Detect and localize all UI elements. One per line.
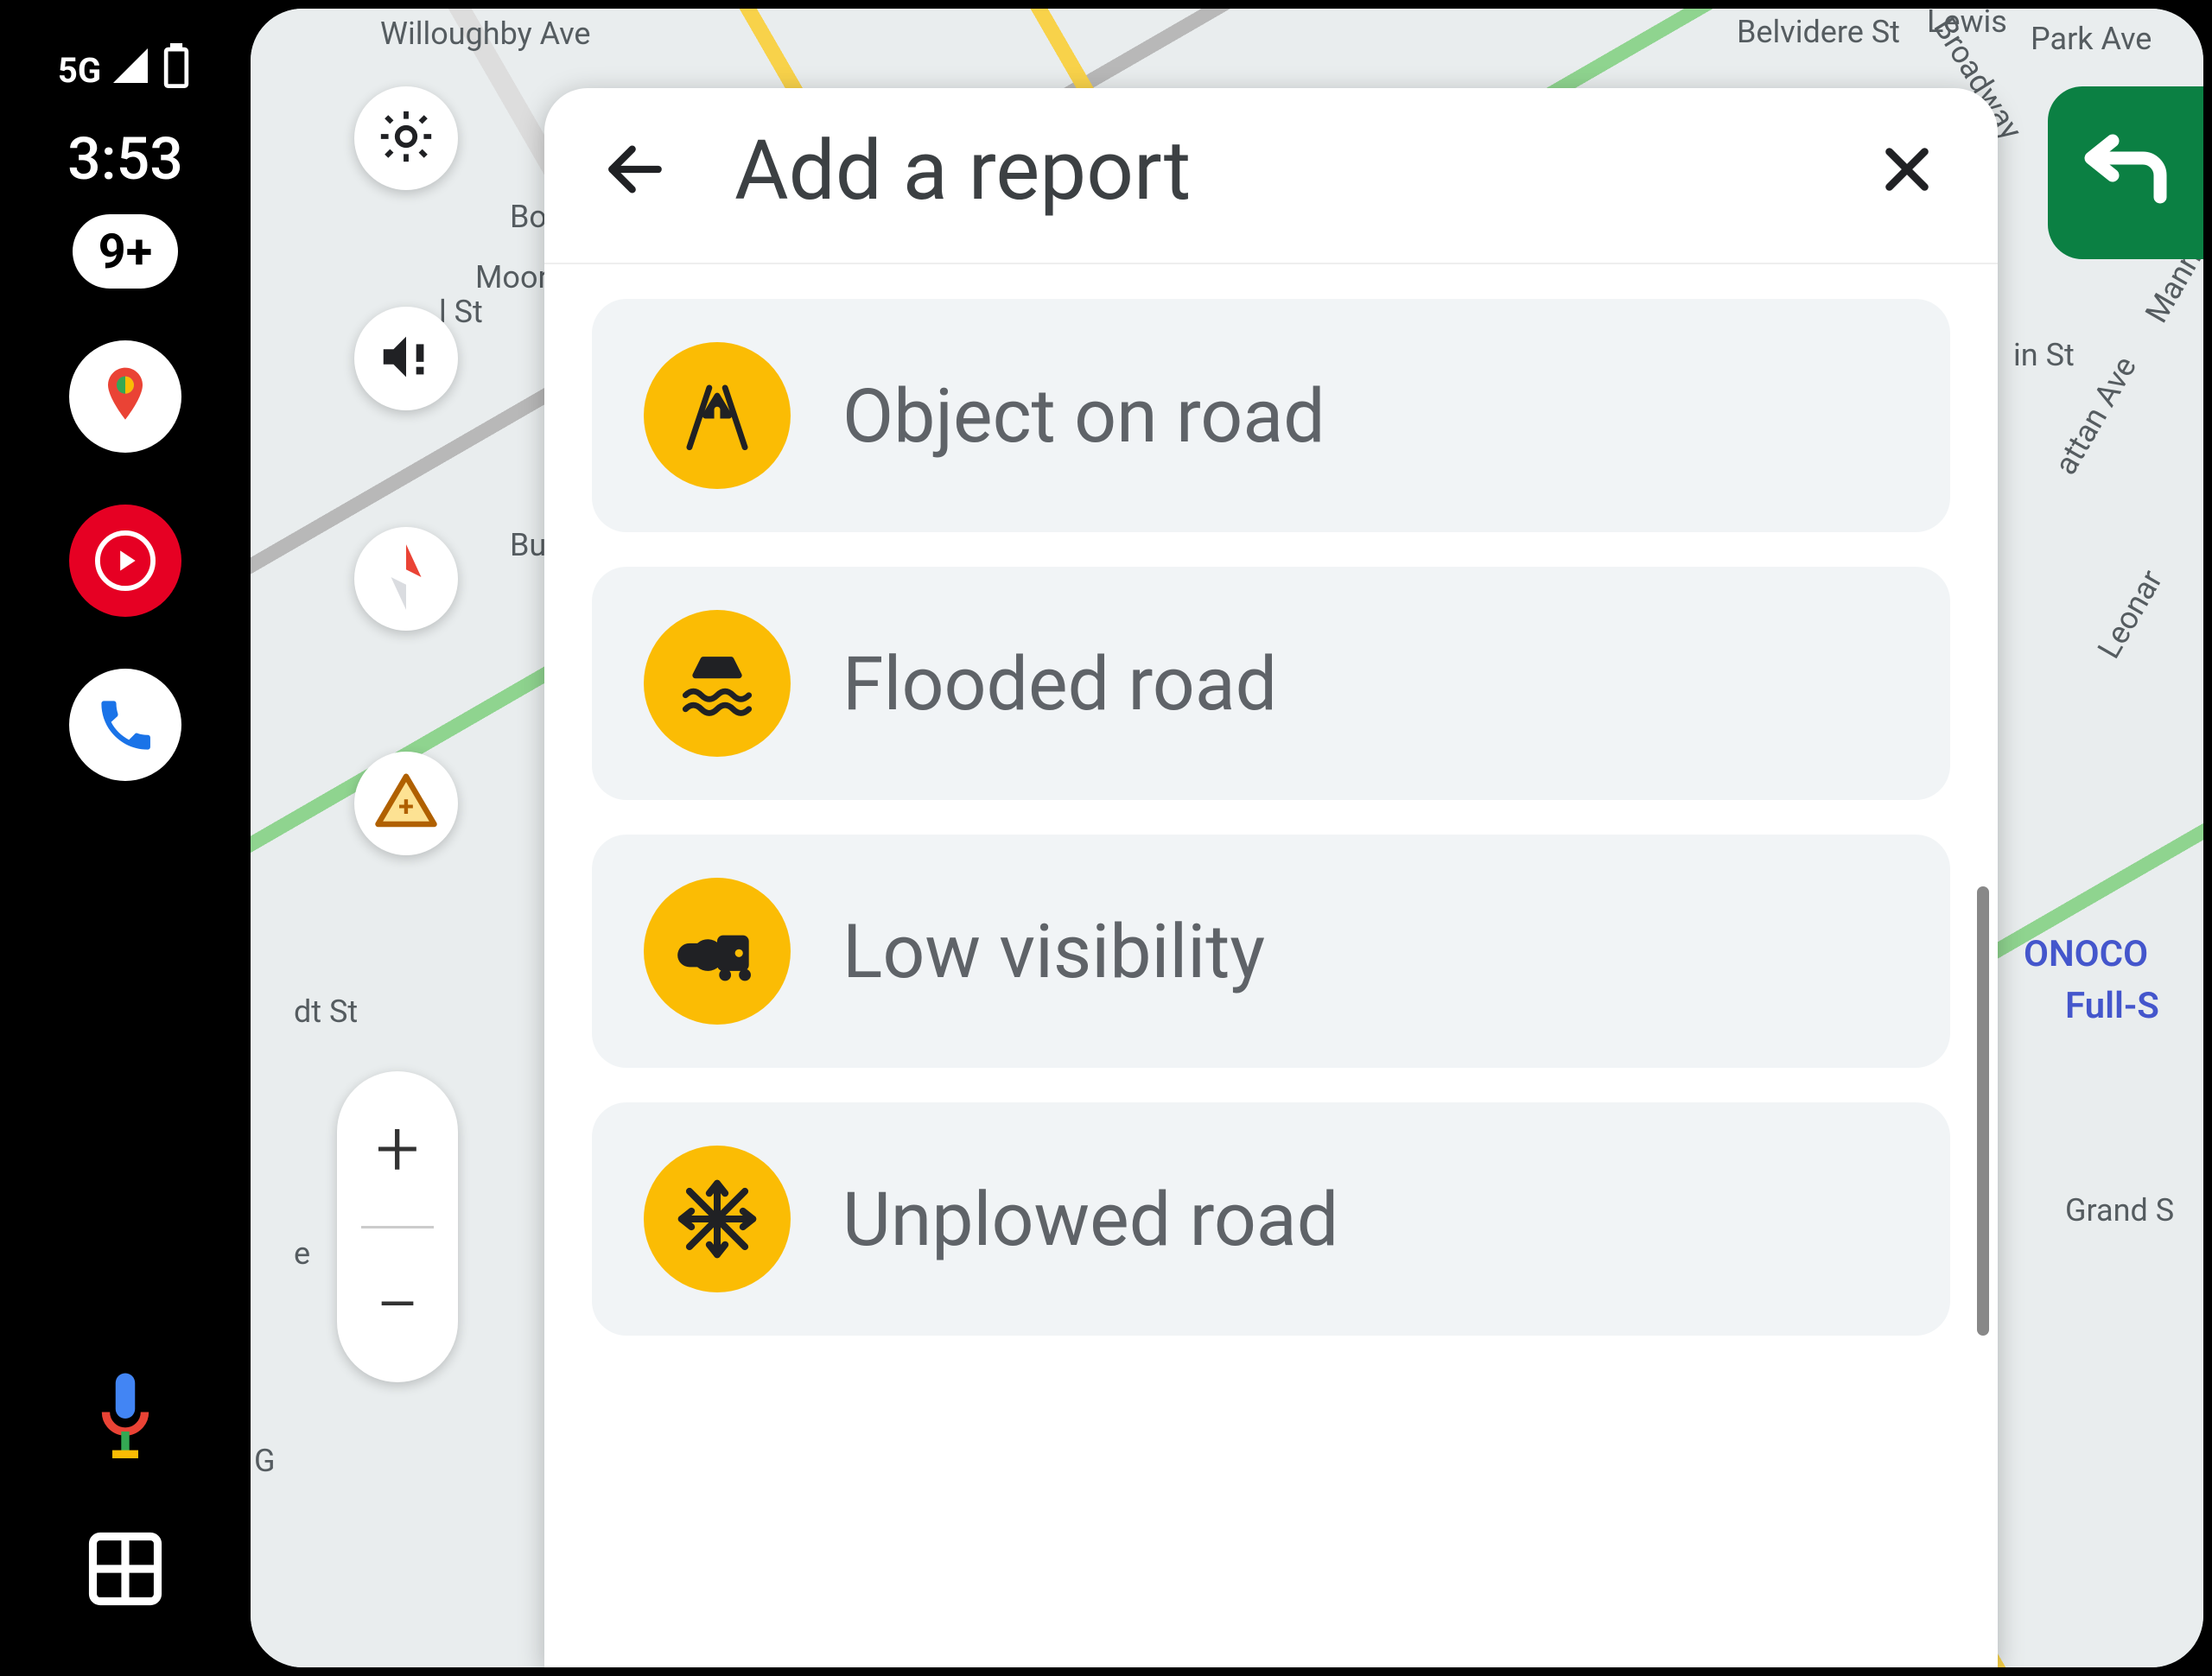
- report-hazard-button[interactable]: +: [354, 752, 458, 855]
- street-label: Lewis: [1927, 9, 2007, 40]
- flooded-road-icon: [644, 610, 791, 757]
- status-bar: 5G: [58, 43, 193, 97]
- report-label: Low visibility: [842, 908, 1265, 995]
- street-label: G: [254, 1443, 276, 1479]
- report-list[interactable]: Object on road Flooded road: [544, 264, 1998, 1667]
- zoom-control: + −: [337, 1071, 458, 1382]
- voice-assistant-button[interactable]: [86, 1367, 164, 1474]
- low-visibility-icon: [644, 878, 791, 1025]
- close-icon: [1877, 139, 1937, 203]
- scrollbar-thumb[interactable]: [1977, 886, 1989, 1336]
- dock-app-music[interactable]: [69, 505, 181, 617]
- report-item-flooded-road[interactable]: Flooded road: [592, 567, 1950, 800]
- street-label: in St: [2013, 337, 2075, 373]
- report-label: Unplowed road: [842, 1176, 1338, 1263]
- zoom-out-button[interactable]: −: [337, 1228, 458, 1383]
- hazard-triangle-icon: +: [372, 768, 440, 839]
- android-auto-screen: 5G 3:53 9+: [0, 0, 2212, 1676]
- svg-text:+: +: [398, 790, 414, 822]
- report-item-object-on-road[interactable]: Object on road: [592, 299, 1950, 532]
- report-label: Flooded road: [842, 640, 1277, 727]
- signal-icon: [110, 45, 151, 95]
- report-item-low-visibility[interactable]: Low visibility: [592, 835, 1950, 1068]
- panel-title: Add a report: [734, 123, 1808, 219]
- unplowed-road-icon: [644, 1146, 791, 1292]
- street-label: e: [294, 1235, 310, 1272]
- zoom-in-button[interactable]: +: [337, 1071, 458, 1226]
- clock: 3:53: [67, 124, 183, 194]
- volume-alert-icon: [376, 327, 436, 390]
- street-label: dt St: [294, 994, 358, 1030]
- object-on-road-icon: [644, 342, 791, 489]
- report-item-unplowed-road[interactable]: Unplowed road: [592, 1102, 1950, 1336]
- app-grid-button[interactable]: [82, 1526, 168, 1616]
- street-label: Bu: [510, 527, 546, 563]
- notification-badge[interactable]: 9+: [73, 214, 179, 289]
- system-dock: 5G 3:53 9+: [0, 0, 251, 1676]
- gear-icon: [376, 106, 436, 170]
- street-label: Grand S: [2065, 1192, 2174, 1228]
- add-report-panel: Add a report Object: [544, 88, 1998, 1667]
- poi-label: Full-S: [2065, 985, 2159, 1027]
- street-label: Willoughby Ave: [380, 16, 591, 52]
- close-button[interactable]: [1868, 132, 1946, 210]
- map-viewport[interactable]: Willoughby Ave Belvidere St Park Ave Bro…: [251, 9, 2203, 1667]
- report-label: Object on road: [842, 372, 1325, 460]
- compass-icon: [376, 538, 436, 619]
- audio-button[interactable]: [354, 307, 458, 410]
- street-label: Moor: [475, 259, 549, 295]
- next-turn-button[interactable]: [2048, 86, 2203, 259]
- panel-header: Add a report: [544, 88, 1998, 264]
- battery-icon: [160, 43, 193, 97]
- compass-button[interactable]: [354, 527, 458, 631]
- arrow-left-icon: [601, 135, 670, 207]
- poi-label: ONOCO: [2024, 933, 2148, 975]
- street-label: Belvidere St: [1737, 14, 1900, 50]
- back-button[interactable]: [596, 132, 674, 210]
- settings-button[interactable]: [354, 86, 458, 190]
- street-label: Park Ave: [2031, 21, 2152, 57]
- turn-left-icon: [2074, 119, 2177, 226]
- dock-app-phone[interactable]: [69, 669, 181, 781]
- network-label: 5G: [58, 50, 101, 91]
- dock-app-maps[interactable]: [69, 340, 181, 453]
